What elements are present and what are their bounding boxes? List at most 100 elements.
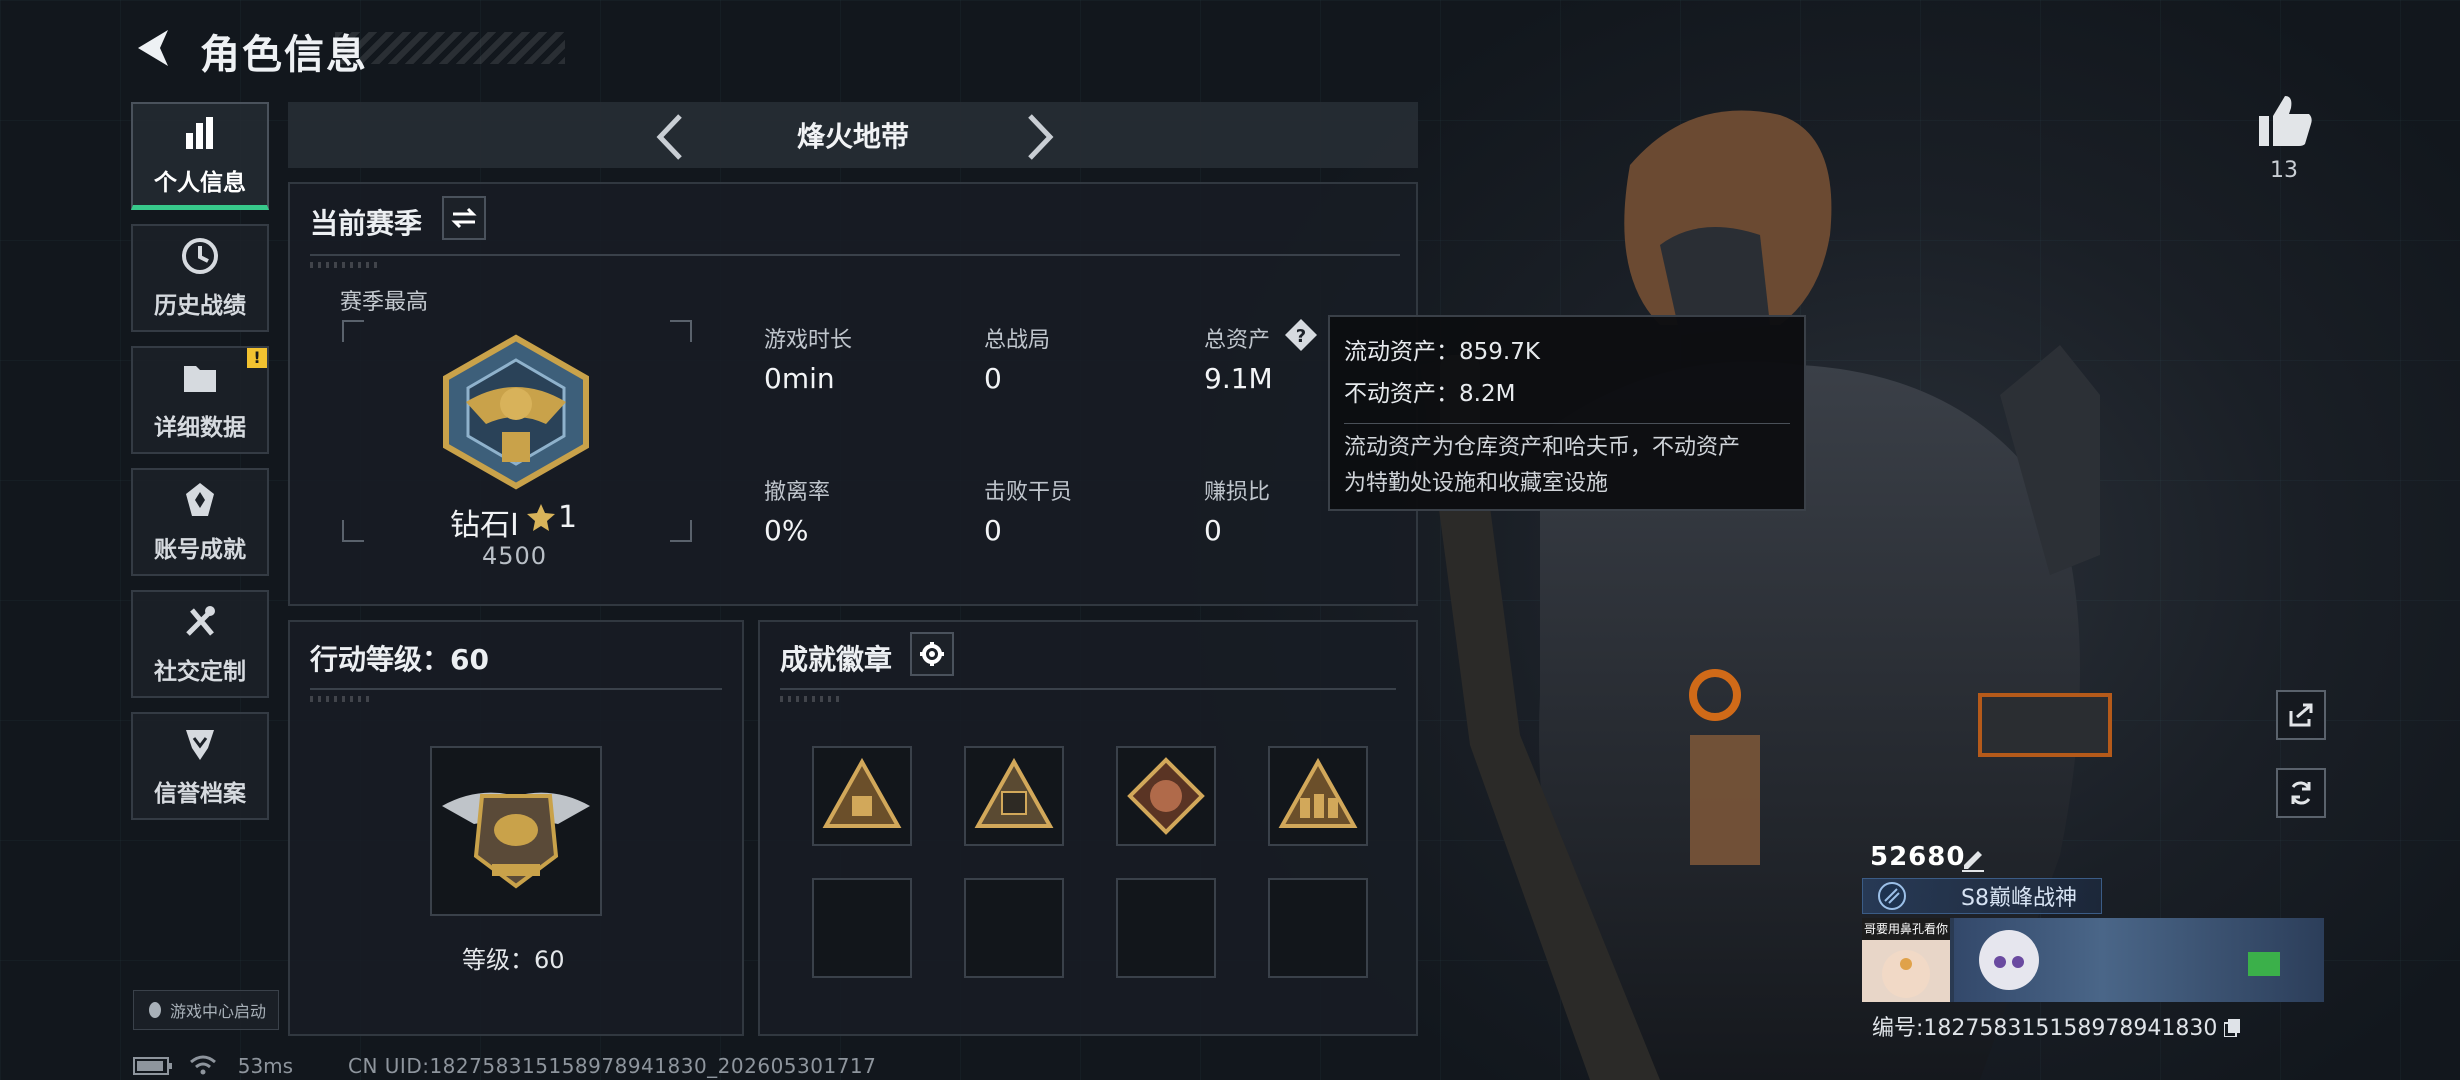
avatar: 哥要用鼻孔看你: [1862, 918, 1950, 1002]
sidebar-item-credit-record[interactable]: 信誉档案: [131, 712, 269, 820]
swap-icon: [451, 207, 477, 229]
season-title: 当前赛季: [310, 207, 423, 240]
achievement-icon: [186, 483, 214, 516]
title-plate-text: S8巅峰战神: [1961, 886, 2077, 911]
badge-slot-empty[interactable]: [1116, 878, 1216, 978]
like-count: 13: [2270, 158, 2298, 183]
qq-icon: [148, 1002, 161, 1018]
divider-dots: [780, 696, 840, 702]
mode-label: 烽火地带: [796, 120, 909, 153]
anime-character-image: [1979, 930, 2039, 990]
rank-star-count: 1: [558, 500, 578, 535]
badge-slot[interactable]: [1116, 746, 1216, 846]
sidebar-item-label: 个人信息: [154, 169, 246, 196]
rank-score: 4500: [482, 542, 548, 570]
badge-slot[interactable]: [1268, 746, 1368, 846]
edit-icon[interactable]: [1958, 843, 1988, 873]
badge-slot-empty[interactable]: [964, 878, 1064, 978]
divider: [780, 688, 1396, 690]
rank-name: 钻石Ⅰ: [450, 508, 519, 543]
gear-icon: [920, 642, 944, 666]
tools-icon: [186, 606, 215, 636]
help-icon[interactable]: ?: [1284, 318, 1318, 352]
level-emblem-icon: [442, 792, 590, 889]
badge-slot[interactable]: [812, 746, 912, 846]
refresh-icon: [2291, 781, 2311, 805]
face-image: [1882, 950, 1930, 998]
shield-icon: [186, 730, 214, 760]
warning-badge: !: [247, 348, 267, 368]
badge-settings-button[interactable]: [910, 632, 954, 676]
badge-slot[interactable]: [964, 746, 1064, 846]
divider-dots: [310, 696, 370, 702]
player-title-plate: S8巅峰战神: [1862, 878, 2102, 914]
badge-soldiers-icon: [1278, 757, 1358, 828]
stat-value-profit-ratio: 0: [1204, 514, 1222, 547]
thumbs-up-icon[interactable]: [2255, 92, 2315, 148]
badge-s8-icon: [974, 757, 1054, 828]
avatar-strip: 哥要用鼻孔看你: [1862, 918, 2324, 1002]
divider: [310, 688, 722, 690]
launch-label: 游戏中心启动: [169, 1002, 266, 1021]
stat-label-total-assets: 总资产: [1204, 328, 1271, 353]
stat-value-total-assets: 9.1M: [1204, 362, 1273, 395]
sidebar-item-history[interactable]: 历史战绩: [131, 224, 269, 332]
chevron-right-icon[interactable]: [1022, 112, 1058, 162]
title-emblem-icon: [1878, 882, 1906, 910]
badge-crate-icon: [822, 757, 902, 828]
share-button[interactable]: [2276, 690, 2326, 740]
stat-value-extract-rate: 0%: [764, 514, 809, 547]
badge-slot-empty[interactable]: [1268, 878, 1368, 978]
stat-value-operators-killed: 0: [984, 514, 1002, 547]
player-uid: 编号:182758315158978941830: [1872, 1010, 2241, 1042]
stat-label-extract-rate: 撤离率: [764, 480, 831, 505]
chevron-left-icon[interactable]: [652, 112, 688, 162]
sidebar-item-label: 社交定制: [154, 659, 246, 685]
player-name: 52680: [1870, 842, 1966, 872]
sidebar-item-personal-info[interactable]: 个人信息: [131, 102, 269, 210]
level-label: 等级：60: [462, 946, 565, 974]
star-icon: [527, 504, 555, 531]
tooltip-desc-line2: 为特勤处设施和收藏室设施: [1344, 471, 1609, 496]
refresh-button[interactable]: [2276, 768, 2326, 818]
stat-value-playtime: 0min: [764, 362, 835, 395]
avatar-banner: [1954, 918, 2324, 1002]
sidebar-item-label: 账号成就: [154, 537, 246, 563]
sidebar-item-label: 历史战绩: [154, 293, 246, 319]
share-icon: [2289, 703, 2313, 727]
tooltip-fixed-assets: 不动资产：8.2M: [1344, 381, 1516, 407]
game-center-launch-button[interactable]: 游戏中心启动: [133, 990, 279, 1030]
tooltip-liquid-assets: 流动资产：859.7K: [1344, 339, 1540, 365]
level-emblem-box: [430, 746, 602, 916]
svg-text:?: ?: [1296, 326, 1306, 347]
season-switch-button[interactable]: [442, 196, 486, 240]
avatar-caption: 哥要用鼻孔看你: [1862, 918, 1950, 940]
clock-icon: [182, 238, 218, 274]
status-bar: 53ms: [133, 1054, 293, 1078]
bar-chart-icon: [186, 116, 213, 149]
stat-label-playtime: 游戏时长: [764, 328, 853, 353]
sidebar-item-detailed-data[interactable]: ! 详细数据: [131, 346, 269, 454]
sidebar-item-label: 信誉档案: [154, 781, 246, 807]
assets-tooltip: 流动资产：859.7K 不动资产：8.2M 流动资产为仓库资产和哈夫币，不动资产…: [1328, 315, 1806, 511]
back-arrow-icon[interactable]: [132, 26, 176, 70]
sidebar-item-label: 详细数据: [154, 415, 246, 441]
level-title: 行动等级：60: [310, 643, 489, 676]
sidebar-item-social-custom[interactable]: 社交定制: [131, 590, 269, 698]
player-uid-text: 编号:182758315158978941830: [1872, 1016, 2218, 1041]
battery-icon: [133, 1057, 172, 1075]
divider-dots: [310, 262, 380, 268]
mode-switcher: 烽火地带: [288, 102, 1418, 168]
folder-icon: [184, 366, 216, 392]
sidebar-item-achievements[interactable]: 账号成就: [131, 468, 269, 576]
badges-title: 成就徽章: [780, 643, 893, 676]
season-best-label: 赛季最高: [340, 290, 429, 315]
title-decoration: [335, 32, 565, 64]
copy-icon[interactable]: [2223, 1019, 2241, 1038]
ping-value: 53ms: [237, 1054, 294, 1078]
badge-slot-empty[interactable]: [812, 878, 912, 978]
stat-value-total-matches: 0: [984, 362, 1002, 395]
wifi-icon: [190, 1055, 217, 1075]
stat-label-operators-killed: 击败干员: [984, 480, 1073, 505]
footer-uid: CN UID:182758315158978941830_20260530171…: [348, 1054, 877, 1078]
